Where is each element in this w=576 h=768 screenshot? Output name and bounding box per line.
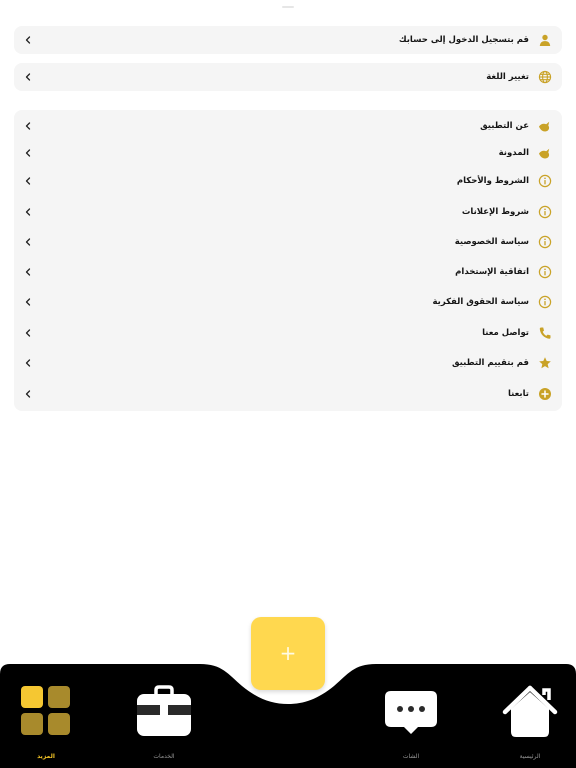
globe-icon: [538, 70, 552, 84]
language-card: تغيير اللغة: [14, 63, 562, 91]
menu-card: عن التطبيق المدونة الشروط والأحكام شروط …: [14, 110, 562, 411]
plus-circle-icon: [538, 387, 552, 401]
change-language-label: تغيير اللغة: [486, 72, 529, 82]
login-label: قم بتسجيل الدخول إلى حسابك: [398, 35, 529, 45]
tab-label: الشات: [402, 753, 420, 760]
menu-item-label: الشروط والأحكام: [456, 176, 529, 186]
menu-item-about-app[interactable]: عن التطبيق: [14, 112, 562, 140]
menu-item-label: تواصل معنا: [482, 328, 529, 338]
menu-item-label: اتفاقية الإستخدام: [455, 267, 529, 277]
change-language-row[interactable]: تغيير اللغة: [14, 63, 562, 91]
menu-item-blog[interactable]: المدونة: [14, 139, 562, 167]
info-icon: [538, 174, 552, 188]
info-icon: [538, 205, 552, 219]
login-card: قم بتسجيل الدخول إلى حسابك: [14, 26, 562, 54]
menu-item-contact-us[interactable]: تواصل معنا: [14, 319, 562, 347]
menu-item-label: سياسة الخصوصية: [454, 237, 529, 247]
chevron-left-icon: [23, 35, 33, 45]
tab-services[interactable]: الخدمات: [124, 680, 204, 766]
chevron-left-icon: [23, 328, 33, 338]
tab-label: الرئيسية: [519, 753, 541, 760]
menu-item-label: تابعنا: [507, 389, 529, 399]
chevron-left-icon: [23, 207, 33, 217]
tab-chat[interactable]: الشات: [371, 680, 451, 766]
menu-item-label: المدونة: [498, 148, 529, 158]
chevron-left-icon: [23, 237, 33, 247]
info-icon: [538, 265, 552, 279]
grid-icon: [21, 686, 70, 735]
menu-item-label: شروط الإعلانات: [461, 207, 529, 217]
tab-label: الخدمات: [153, 753, 175, 760]
sheet-grabber: [282, 6, 294, 8]
menu-item-rate-app[interactable]: قم بتقييم التطبيق: [14, 349, 562, 377]
menu-item-terms[interactable]: الشروط والأحكام: [14, 167, 562, 195]
star-icon: [538, 356, 552, 370]
chevron-left-icon: [23, 297, 33, 307]
menu-item-privacy[interactable]: سياسة الخصوصية: [14, 228, 562, 256]
login-row[interactable]: قم بتسجيل الدخول إلى حسابك: [14, 26, 562, 54]
bird-icon: [538, 119, 552, 133]
chevron-left-icon: [23, 176, 33, 186]
home-icon: [502, 685, 558, 737]
chevron-left-icon: [23, 358, 33, 368]
add-fab-button[interactable]: +: [251, 617, 325, 690]
chevron-left-icon: [23, 121, 33, 131]
info-icon: [538, 295, 552, 309]
tab-label: المزيد: [37, 753, 55, 760]
chevron-left-icon: [23, 72, 33, 82]
chevron-left-icon: [23, 267, 33, 277]
menu-item-label: عن التطبيق: [480, 121, 529, 131]
tab-more[interactable]: المزيد: [6, 680, 86, 766]
menu-item-ad-terms[interactable]: شروط الإعلانات: [14, 198, 562, 226]
tab-home[interactable]: الرئيسية: [490, 680, 570, 766]
menu-item-usage-agreement[interactable]: اتفاقية الإستخدام: [14, 258, 562, 286]
chevron-left-icon: [23, 389, 33, 399]
menu-item-follow-us[interactable]: تابعنا: [14, 380, 562, 408]
phone-icon: [538, 326, 552, 340]
person-icon: [538, 33, 552, 47]
menu-item-ip-policy[interactable]: سياسة الحقوق الفكرية: [14, 288, 562, 316]
menu-item-label: سياسة الحقوق الفكرية: [432, 297, 529, 307]
chevron-left-icon: [23, 148, 33, 158]
chat-icon: [385, 691, 437, 734]
briefcase-icon: [137, 685, 191, 736]
info-icon: [538, 235, 552, 249]
bird-icon: [538, 146, 552, 160]
menu-item-label: قم بتقييم التطبيق: [452, 358, 529, 368]
